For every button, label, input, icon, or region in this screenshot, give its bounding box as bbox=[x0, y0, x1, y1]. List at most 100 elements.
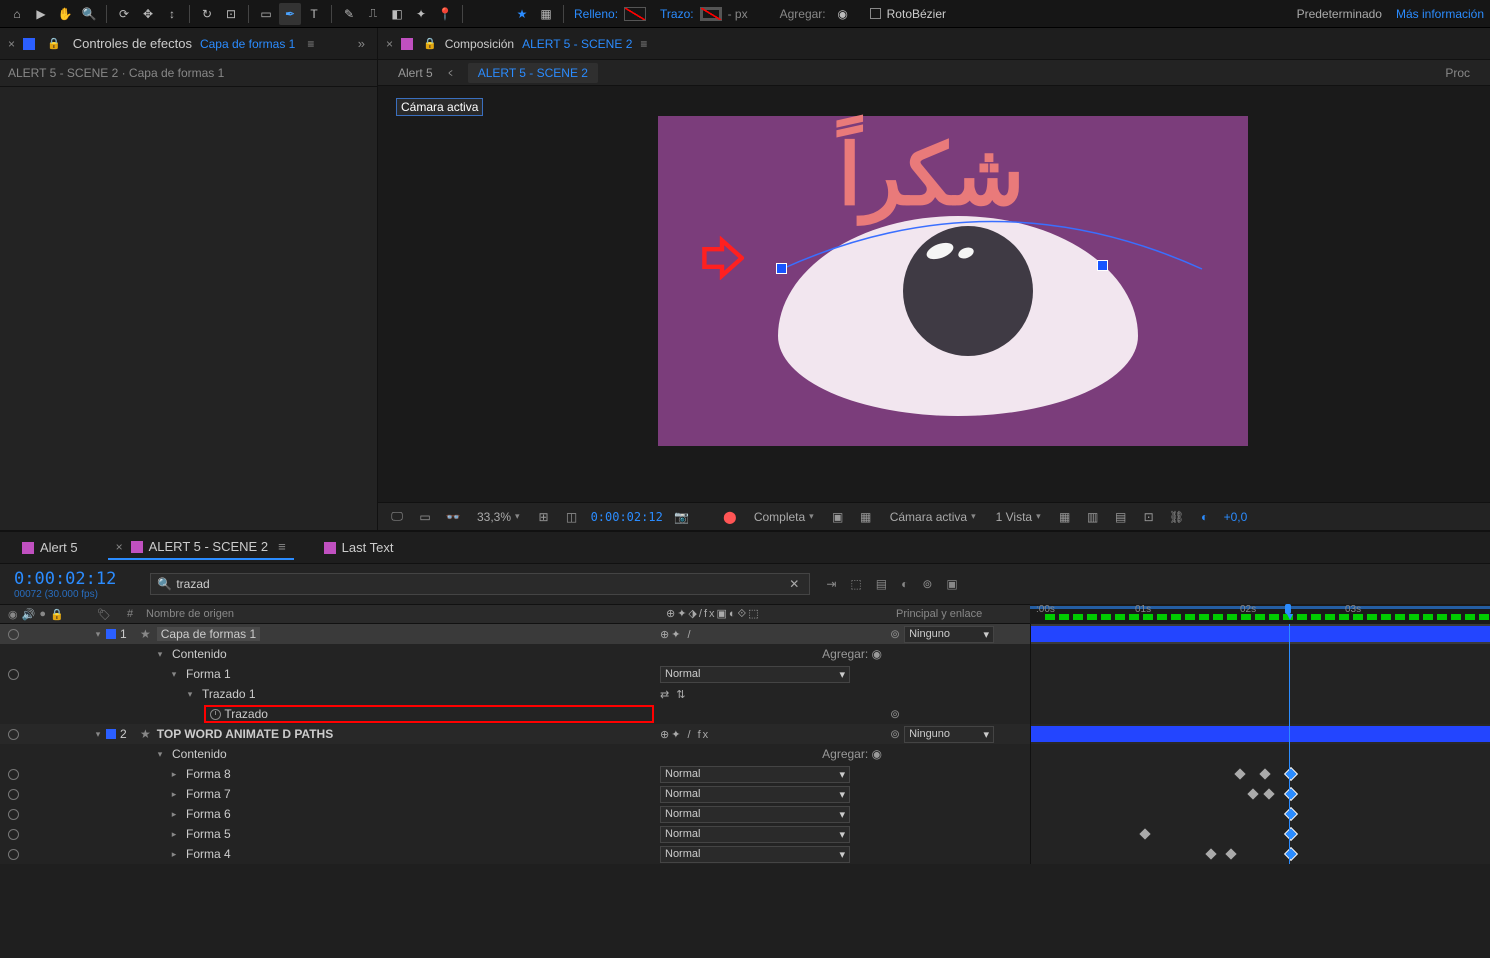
comp-menu-icon[interactable]: ≡ bbox=[640, 37, 647, 51]
shy-icon[interactable]: ⇥ bbox=[826, 577, 836, 591]
exposure-value[interactable]: +0,0 bbox=[1224, 510, 1248, 524]
av-column-icons[interactable]: ◉🔊●🔒 bbox=[0, 608, 88, 621]
visibility-toggle[interactable] bbox=[8, 669, 19, 680]
breadcrumb-item-1[interactable]: Alert 5 bbox=[398, 66, 433, 80]
close-tab-icon[interactable]: × bbox=[8, 37, 15, 51]
current-time[interactable]: 0:00:02:12 bbox=[591, 510, 663, 524]
stopwatch-icon[interactable] bbox=[210, 709, 221, 720]
timeline-tab-2[interactable]: ×ALERT 5 - SCENE 2≡ bbox=[108, 535, 294, 560]
layer-switches[interactable]: ⊕✦ / fx bbox=[660, 728, 710, 741]
pickwhip-icon[interactable]: ⊚ bbox=[890, 727, 900, 741]
layer-group-row[interactable]: ▾Forma 1 Normal▾ bbox=[0, 664, 1490, 684]
view-mode-dropdown[interactable]: Cámara activa▾ bbox=[885, 507, 981, 527]
screen-icon[interactable]: 🖵 bbox=[388, 509, 406, 524]
timeline-time[interactable]: 0:00:02:12 00072 (30.000 fps) bbox=[0, 567, 130, 602]
stamp-tool-icon[interactable]: ⎍ bbox=[362, 3, 384, 25]
layer-group-row[interactable]: ▸Forma 7 Normal▾ bbox=[0, 784, 1490, 804]
layer-duration-bar[interactable] bbox=[1031, 726, 1490, 742]
visibility-toggle[interactable] bbox=[8, 789, 19, 800]
views-dropdown[interactable]: 1 Vista▾ bbox=[991, 507, 1046, 527]
layer-group-row[interactable]: ▸Forma 5 Normal▾ bbox=[0, 824, 1490, 844]
grid-snap-icon[interactable]: ▦ bbox=[535, 3, 557, 25]
favorite-icon[interactable]: ★ bbox=[511, 3, 533, 25]
label-color[interactable] bbox=[106, 629, 116, 639]
lock-icon[interactable]: 🔒 bbox=[47, 37, 61, 50]
stroke-swatch[interactable] bbox=[700, 7, 722, 21]
layer-group-row[interactable]: ▸Forma 6 Normal▾ bbox=[0, 804, 1490, 824]
eraser-tool-icon[interactable]: ◧ bbox=[386, 3, 408, 25]
channel-icon[interactable]: ▣ bbox=[829, 510, 847, 524]
path-vertex-handle[interactable] bbox=[777, 264, 786, 273]
camera-label[interactable]: Cámara activa bbox=[396, 98, 483, 116]
safe-icon[interactable]: ⊡ bbox=[1140, 510, 1158, 524]
selection-tool-icon[interactable]: ▶ bbox=[30, 3, 52, 25]
motion-blur-icon[interactable]: ◐ bbox=[901, 577, 908, 591]
timeline-search[interactable]: 🔍 ✕ bbox=[150, 573, 810, 595]
layer-name[interactable]: Capa de formas 1 bbox=[157, 627, 260, 641]
blend-mode-dropdown[interactable]: Normal▾ bbox=[660, 806, 850, 823]
rotobezier-checkbox[interactable] bbox=[870, 8, 881, 19]
blend-mode-dropdown[interactable]: Normal▾ bbox=[660, 766, 850, 783]
switches-icons[interactable]: ⊕✦⬗/fx▣◐⟐⬚ bbox=[666, 607, 761, 621]
library-icon[interactable]: ⛓ bbox=[1168, 510, 1186, 524]
snapshot-icon[interactable]: 📷 bbox=[673, 510, 691, 524]
timeline-tab-1[interactable]: Alert 5 bbox=[14, 536, 86, 559]
rotate-tool-icon[interactable]: ↻ bbox=[196, 3, 218, 25]
mask-icon[interactable]: 👓 bbox=[444, 510, 462, 524]
twisty-icon[interactable]: ▾ bbox=[154, 649, 166, 660]
graph-icon[interactable]: ⊚ bbox=[922, 577, 932, 591]
effects-layer-link[interactable]: Capa de formas 1 bbox=[200, 37, 295, 51]
comp-canvas[interactable]: شكراً bbox=[658, 116, 1248, 446]
layer-name[interactable]: TOP WORD ANIMATE D PATHS bbox=[157, 727, 333, 741]
layer-row[interactable]: ▾ 1 ★Capa de formas 1 ⊕✦ / ⊚Ninguno▾ bbox=[0, 624, 1490, 644]
pan-tool-icon[interactable]: ✥ bbox=[137, 3, 159, 25]
pen-tool-icon[interactable]: ✒ bbox=[279, 3, 301, 25]
layer-group-row[interactable]: ▾Contenido Agregar: ◉ bbox=[0, 644, 1490, 664]
twisty-icon[interactable]: ▸ bbox=[168, 809, 180, 820]
zoom-tool-icon[interactable]: 🔍 bbox=[78, 3, 100, 25]
timeline-tab-3[interactable]: Last Text bbox=[316, 536, 402, 559]
twisty-icon[interactable]: ▸ bbox=[168, 789, 180, 800]
visibility-toggle[interactable] bbox=[8, 809, 19, 820]
viewer[interactable]: Cámara activa شكراً bbox=[378, 86, 1490, 502]
time-ruler[interactable]: :00s 01s 02s 03s bbox=[1030, 604, 1490, 624]
stroke-width[interactable]: - px bbox=[728, 7, 748, 21]
twisty-icon[interactable]: ▸ bbox=[168, 829, 180, 840]
search-clear-icon[interactable]: ✕ bbox=[785, 577, 803, 591]
brush-tool-icon[interactable]: ✎ bbox=[338, 3, 360, 25]
region-icon[interactable]: ◫ bbox=[563, 510, 581, 524]
twisty-icon[interactable]: ▸ bbox=[168, 769, 180, 780]
label-icon[interactable]: 🏷 bbox=[97, 609, 111, 621]
twisty-icon[interactable]: ▾ bbox=[168, 669, 180, 680]
panel-menu-icon[interactable]: ≡ bbox=[307, 37, 314, 51]
quality-dropdown[interactable]: Completa▾ bbox=[749, 507, 819, 527]
cube-icon[interactable]: ⬚ bbox=[850, 577, 861, 591]
dolly-tool-icon[interactable]: ↕ bbox=[161, 3, 183, 25]
roto-tool-icon[interactable]: ✦ bbox=[410, 3, 432, 25]
visibility-toggle[interactable] bbox=[8, 629, 19, 640]
zoom-dropdown[interactable]: 33,3%▾ bbox=[472, 507, 525, 527]
more-info-link[interactable]: Más información bbox=[1396, 7, 1484, 21]
grid-icon[interactable]: ▦ bbox=[1056, 510, 1074, 524]
layer-group-row[interactable]: ▾Contenido Agregar: ◉ bbox=[0, 744, 1490, 764]
comp-close-icon[interactable]: × bbox=[386, 37, 393, 51]
parent-dropdown[interactable]: Ninguno▾ bbox=[904, 726, 994, 743]
property-row-trazado[interactable]: Trazado ⊚ bbox=[0, 704, 1490, 724]
twisty-icon[interactable]: ▾ bbox=[92, 729, 104, 740]
blend-mode-dropdown[interactable]: Normal▾ bbox=[660, 786, 850, 803]
pickwhip-icon[interactable]: ⊚ bbox=[890, 627, 900, 641]
visibility-toggle[interactable] bbox=[8, 769, 19, 780]
layer-group-row[interactable]: ▾Trazado 1 ⇄ ⇅ bbox=[0, 684, 1490, 704]
layer-duration-bar[interactable] bbox=[1031, 626, 1490, 642]
add-button-icon[interactable]: ◉ bbox=[872, 747, 882, 761]
visibility-toggle[interactable] bbox=[8, 729, 19, 740]
exposure-icon[interactable]: ◐ bbox=[1196, 510, 1214, 524]
blend-mode-dropdown[interactable]: Normal▾ bbox=[660, 826, 850, 843]
resolution-icon[interactable]: ⊞ bbox=[535, 510, 553, 524]
add-button-icon[interactable]: ◉ bbox=[872, 647, 882, 661]
puppet-tool-icon[interactable]: 📍 bbox=[434, 3, 456, 25]
orbit-tool-icon[interactable]: ⟳ bbox=[113, 3, 135, 25]
text-tool-icon[interactable]: T bbox=[303, 3, 325, 25]
search-input[interactable] bbox=[176, 577, 785, 591]
current-time-indicator[interactable] bbox=[1282, 604, 1294, 622]
